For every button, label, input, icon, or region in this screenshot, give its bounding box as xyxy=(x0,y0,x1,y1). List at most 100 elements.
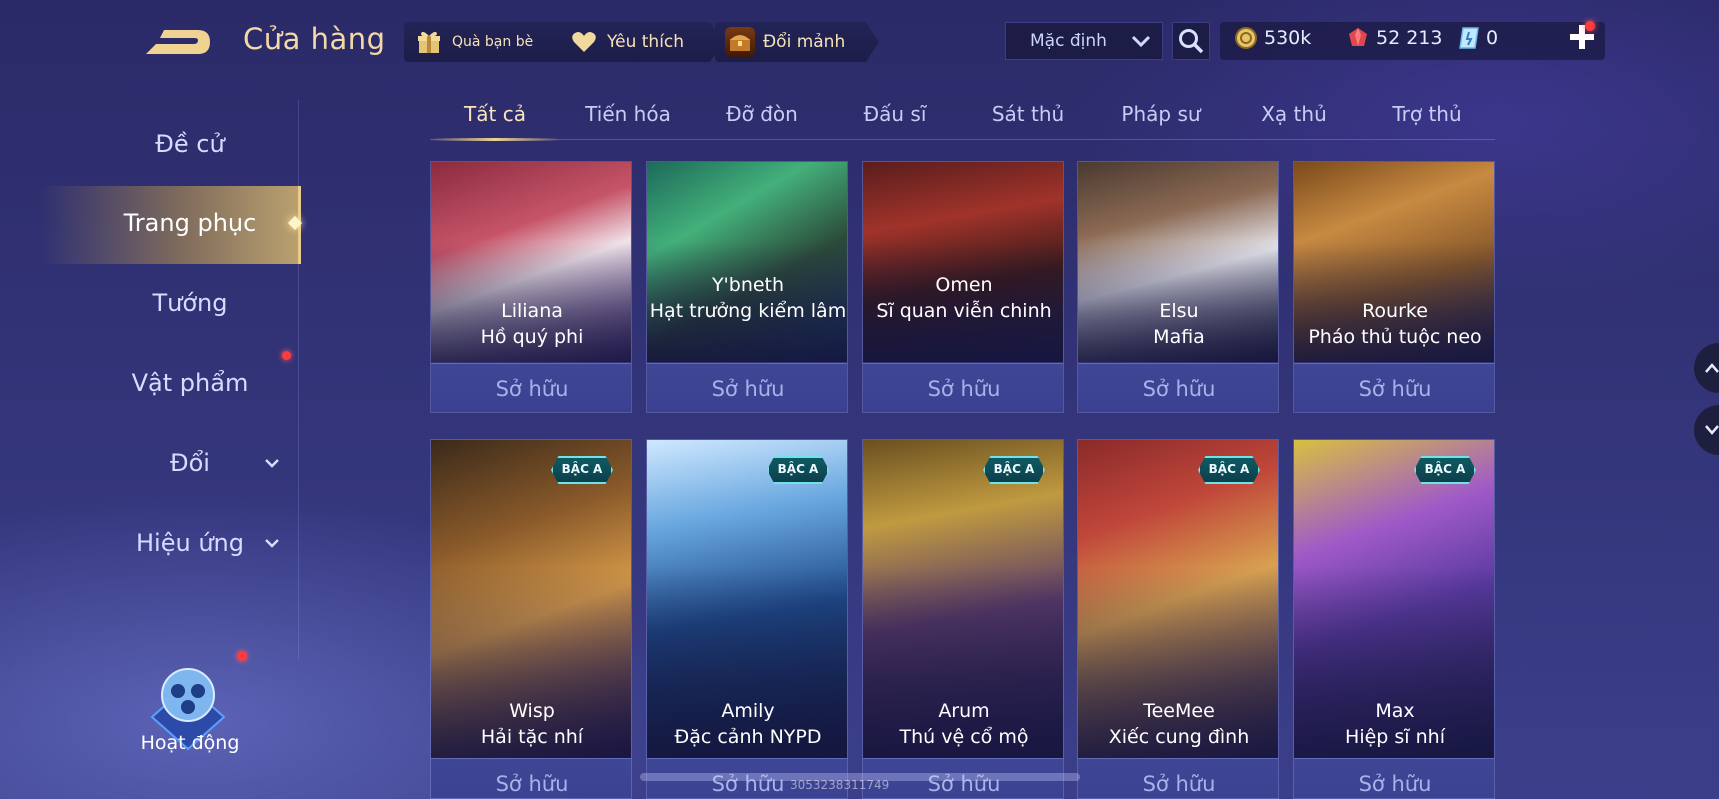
hero-name: Liliana xyxy=(501,300,563,322)
gold-amount: 530k xyxy=(1264,27,1312,49)
sidebar-item-label: Tướng xyxy=(152,289,228,317)
sidebar-item-items[interactable]: Vật phẩm xyxy=(60,369,320,397)
notification-dot xyxy=(1585,21,1595,31)
tier-badge: BẬC A xyxy=(1198,456,1260,484)
chest-icon xyxy=(725,27,755,57)
notification-dot xyxy=(282,351,291,360)
notification-dot xyxy=(237,651,247,661)
skin-name: Hạt trưởng kiểm lâm xyxy=(649,300,847,322)
skin-name: Sĩ quan viễn chinh xyxy=(876,300,1052,322)
skin-name: Hiệp sĩ nhí xyxy=(1345,726,1445,748)
skin-card[interactable]: BẬC A Amily Đặc cảnh NYPD Sở hữu xyxy=(646,439,848,799)
favorite-label: Yêu thích xyxy=(607,32,685,52)
skin-name: Xiếc cung đình xyxy=(1108,726,1250,748)
chevron-down-icon xyxy=(265,539,279,548)
hero-name: Y'bneth xyxy=(711,274,785,296)
hero-name: Wisp xyxy=(509,700,555,722)
skin-name: Thú vệ cổ mộ xyxy=(899,726,1029,748)
owned-label: Sở hữu xyxy=(1294,758,1494,798)
owned-label: Sở hữu xyxy=(1294,363,1494,412)
favorite-button[interactable]: Yêu thích xyxy=(559,22,723,62)
tier-badge: BẬC A xyxy=(1414,456,1476,484)
tab-label: Đấu sĩ xyxy=(863,102,927,126)
sidebar-item-recommended[interactable]: Đề cử xyxy=(60,130,320,158)
friend-gift-button[interactable]: Quà bạn bè xyxy=(404,22,576,62)
search-button[interactable] xyxy=(1172,22,1210,60)
owned-label: Sở hữu xyxy=(1078,363,1278,412)
skin-card[interactable]: Liliana Hồ quý phi Sở hữu xyxy=(430,161,632,413)
skin-card[interactable]: BẬC A Max Hiệp sĩ nhí Sở hữu xyxy=(1293,439,1495,799)
skin-name: Hồ quý phi xyxy=(480,326,584,348)
sidebar-item-heroes[interactable]: Tướng xyxy=(60,289,320,317)
hero-name: TeeMee xyxy=(1143,700,1215,722)
back-button[interactable] xyxy=(140,22,214,62)
sort-dropdown[interactable]: Mặc định xyxy=(1005,22,1163,60)
tab-mage[interactable]: Pháp sư xyxy=(1096,102,1226,126)
chevron-down-icon xyxy=(265,459,279,468)
chevron-down-icon xyxy=(1131,35,1151,48)
tab-assassin[interactable]: Sát thủ xyxy=(963,102,1093,126)
skin-card[interactable]: Omen Sĩ quan viễn chinh Sở hữu xyxy=(862,161,1064,413)
skin-card[interactable]: Elsu Mafia Sở hữu xyxy=(1077,161,1279,413)
skin-name: Mafia xyxy=(1153,326,1205,348)
tab-label: Tất cả xyxy=(464,102,526,126)
tab-label: Đỡ đòn xyxy=(726,102,798,126)
skin-card[interactable]: BẬC A Wisp Hải tặc nhí Sở hữu xyxy=(430,439,632,799)
page-title: Cửa hàng xyxy=(243,22,386,56)
skin-art xyxy=(647,162,847,362)
chevron-down-icon xyxy=(1705,425,1719,435)
skin-name: Hải tặc nhí xyxy=(480,726,584,748)
tier-badge: BẬC A xyxy=(551,456,613,484)
skin-card[interactable]: BẬC A TeeMee Xiếc cung đình Sở hữu xyxy=(1077,439,1279,799)
voucher-icon xyxy=(1459,27,1479,49)
sidebar-item-label: Đổi xyxy=(170,449,210,477)
tab-fighter[interactable]: Đấu sĩ xyxy=(830,102,960,126)
gold-currency: 530k xyxy=(1234,26,1311,50)
tab-support[interactable]: Trợ thủ xyxy=(1362,102,1492,126)
voucher-currency: 0 xyxy=(1458,26,1498,50)
heart-icon xyxy=(569,27,599,57)
hero-name: Omen xyxy=(935,274,993,296)
chevron-up-icon xyxy=(1705,363,1719,373)
ruby-gem-icon xyxy=(1349,28,1367,46)
gift-icon xyxy=(414,27,444,57)
scroll-down-button[interactable] xyxy=(1694,405,1719,455)
owned-label: Sở hữu xyxy=(431,758,631,798)
skin-card[interactable]: BẬC A Arum Thú vệ cổ mộ Sở hữu xyxy=(862,439,1064,799)
tab-all[interactable]: Tất cả xyxy=(430,102,560,126)
tab-label: Xạ thủ xyxy=(1261,102,1327,126)
sidebar-item-label: Hiệu ứng xyxy=(136,529,244,557)
gold-coin-icon xyxy=(1235,27,1257,49)
sidebar-item-label: Vật phẩm xyxy=(131,369,249,397)
owned-label: Sở hữu xyxy=(647,363,847,412)
friend-gift-label: Quà bạn bè xyxy=(452,34,534,50)
exchange-shards-button[interactable]: Đổi mảnh xyxy=(715,22,879,62)
tab-tank[interactable]: Đỡ đòn xyxy=(697,102,827,126)
hero-name: Elsu xyxy=(1159,300,1199,322)
owned-label: Sở hữu xyxy=(431,363,631,412)
watermark-text: 3053238311749 xyxy=(790,778,890,792)
sidebar-item-label: Trang phục xyxy=(123,209,257,237)
skin-card[interactable]: Rourke Pháo thủ tuộc neo Sở hữu xyxy=(1293,161,1495,413)
tab-evolution[interactable]: Tiến hóa xyxy=(563,102,693,126)
events-label: Hoạt động xyxy=(140,732,240,754)
hero-name: Arum xyxy=(938,700,990,722)
sort-value: Mặc định xyxy=(1030,31,1107,51)
tier-badge: BẬC A xyxy=(983,456,1045,484)
skin-name: Pháo thủ tuộc neo xyxy=(1308,326,1482,348)
exchange-shards-label: Đổi mảnh xyxy=(763,32,846,52)
skin-card[interactable]: Y'bneth Hạt trưởng kiểm lâm Sở hữu xyxy=(646,161,848,413)
tab-label: Tiến hóa xyxy=(585,102,671,126)
sidebar-item-exchange[interactable]: Đổi xyxy=(60,449,320,477)
back-arrow-icon xyxy=(146,30,210,54)
sidebar-item-effects[interactable]: Hiệu ứng xyxy=(60,529,320,557)
scroll-up-button[interactable] xyxy=(1694,343,1719,393)
tab-label: Pháp sư xyxy=(1121,102,1201,126)
tab-label: Sát thủ xyxy=(991,102,1065,126)
voucher-amount: 0 xyxy=(1486,27,1499,49)
hero-name: Rourke xyxy=(1362,300,1428,322)
sidebar-item-outfits[interactable]: Trang phục xyxy=(60,209,320,237)
skin-name: Đặc cảnh NYPD xyxy=(674,726,822,748)
skin-art xyxy=(863,162,1063,362)
tab-marksman[interactable]: Xạ thủ xyxy=(1229,102,1359,126)
